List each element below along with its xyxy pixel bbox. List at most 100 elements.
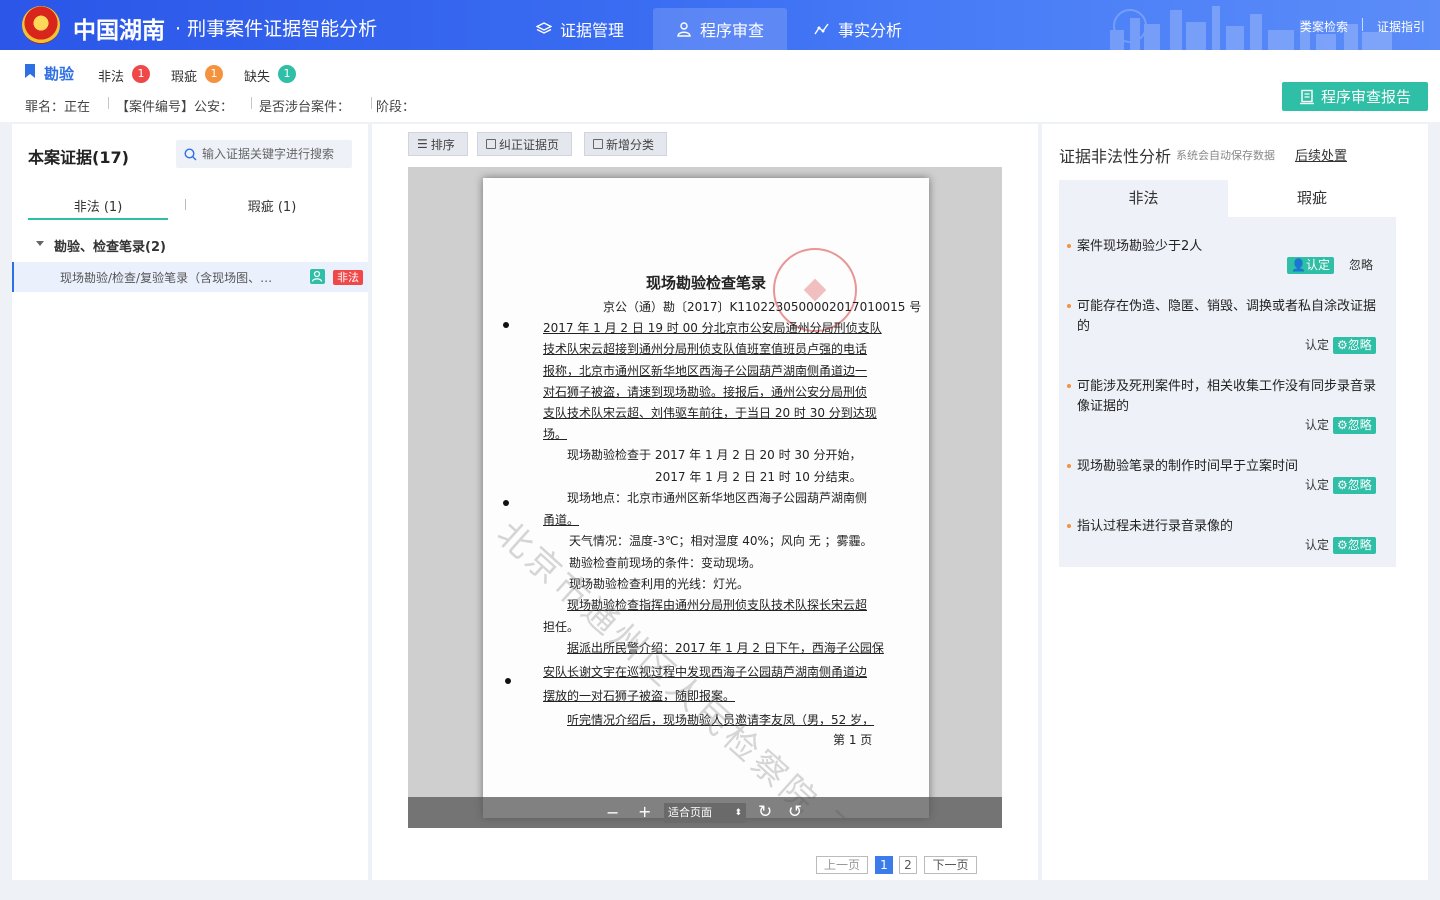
user-icon [677, 22, 691, 37]
stat-label-flaw[interactable]: 瑕疵 [171, 66, 197, 85]
person-check-icon[interactable] [310, 269, 325, 284]
sort-label: 排序 [430, 137, 455, 152]
confirm-button[interactable]: 认定 [1305, 337, 1329, 354]
report-icon [1299, 89, 1314, 104]
ignore-button-active[interactable]: ⚙忽略 [1333, 477, 1376, 494]
ignore-button-active[interactable]: ⚙忽略 [1333, 537, 1376, 554]
page-button-2[interactable]: 2 [899, 856, 917, 874]
evidence-guide-link[interactable]: 证据指引 [1377, 18, 1425, 35]
document-line: 2017 年 1 月 2 日 19 时 00 分北京市公安局通州分局刑侦支队 [543, 321, 882, 335]
next-page-button[interactable]: 下一页 [924, 856, 977, 874]
tab-flaw[interactable]: 瑕疵 (1) [202, 196, 342, 220]
binding-hole [503, 500, 509, 506]
issue-item: 指认过程未进行录音录像的 认定 ⚙忽略 [1059, 517, 1396, 557]
meta-stage: 阶段： [376, 100, 416, 115]
evidence-search-input[interactable] [202, 140, 350, 168]
stat-count-badge: 1 [205, 65, 223, 83]
confirm-button[interactable]: 认定 [1305, 417, 1329, 434]
evidence-list-item[interactable]: 现场勘验/检查/复验笔录（含现场图、… 非法 [12, 262, 368, 292]
ignore-button-active[interactable]: ⚙忽略 [1333, 417, 1376, 434]
zoom-in-button[interactable]: + [638, 802, 651, 821]
edit-page-icon [486, 139, 496, 149]
search-box [176, 140, 352, 168]
issue-item: 可能存在伪造、隐匿、销毁、调换或者私自涂改证据的 认定 ⚙忽略 [1059, 297, 1396, 357]
correct-evidence-page-button[interactable]: 纠正证据页 [477, 132, 572, 156]
autosave-note: 系统会自动保存数据 [1176, 149, 1275, 162]
document-viewer[interactable]: 现场勘验检查笔录 京公（通）勘〔2017〕K110223050000201701… [408, 167, 1002, 828]
case-type-title: 勘验 [44, 65, 75, 83]
issue-item: 现场勘验笔录的制作时间早于立案时间 认定 ⚙忽略 [1059, 457, 1396, 497]
issue-text: 可能存在伪造、隐匿、销毁、调换或者私自涂改证据的 [1077, 299, 1377, 334]
add-category-icon [593, 139, 603, 149]
procedure-report-button[interactable]: 程序审查报告 [1282, 82, 1428, 111]
confirm-label: 认定 [1305, 258, 1330, 272]
tab-illegal[interactable]: 非法 (1) [28, 196, 168, 220]
add-category-label: 新增分类 [606, 137, 655, 152]
document-line: 勘验检查前现场的条件：变动现场。 [569, 556, 762, 570]
issue-text: 案件现场勘验少于2人 [1077, 239, 1203, 254]
nav-tab-evidence-management[interactable]: 证据管理 [520, 8, 640, 50]
document-line: 现场地点：北京市通州区新华地区西海子公园葫芦湖南侧 [567, 491, 868, 505]
bullet-icon [1067, 464, 1071, 468]
app-title: 中国湖南 [73, 18, 165, 44]
document-line: 支队技术队宋云超、刘伟驱车前往，于当日 20 时 30 分到达现 [543, 406, 877, 420]
gear-icon: ⚙ [1337, 338, 1348, 352]
ignore-button[interactable]: 忽略 [1349, 257, 1373, 274]
confirm-button[interactable]: 认定 [1305, 537, 1329, 554]
similar-case-search-link[interactable]: 类案检索 [1300, 18, 1348, 35]
stat-label-illegal[interactable]: 非法 [98, 66, 124, 85]
document-line: 对石狮子被盗，请速到现场勘验。接报后，通州公安分局刑侦 [543, 385, 868, 399]
rotate-counterclockwise-icon[interactable]: ↺ [788, 802, 802, 822]
binding-hole [505, 678, 511, 684]
zoom-out-button[interactable]: − [606, 803, 619, 822]
layers-icon [535, 22, 552, 34]
gear-icon: ⚙ [1337, 418, 1348, 432]
analysis-title: 证据非法性分析 [1059, 147, 1172, 166]
person-icon: 👤 [1291, 258, 1306, 272]
tab-flaw-analysis[interactable]: 瑕疵 [1228, 180, 1396, 217]
confirm-button[interactable]: 认定 [1305, 477, 1329, 494]
binding-hole [503, 322, 509, 328]
document-title: 现场勘验检查笔录 [645, 274, 766, 292]
rotate-clockwise-icon[interactable]: ↻ [758, 802, 772, 822]
document-line: 甬道。 [543, 513, 580, 527]
issue-text: 现场勘验笔录的制作时间早于立案时间 [1077, 459, 1299, 474]
report-button-label: 程序审查报告 [1320, 88, 1411, 106]
document-line: 报称，北京市通州区新华地区西海子公园葫芦湖南侧甬道边一 [543, 364, 868, 378]
issue-text: 指认过程未进行录音录像的 [1077, 519, 1234, 534]
confirm-button-active[interactable]: 👤认定 [1287, 257, 1334, 274]
add-category-button[interactable]: 新增分类 [584, 132, 667, 156]
issue-item: 案件现场勘验少于2人 👤认定 忽略 [1059, 237, 1396, 277]
sort-button[interactable]: ☰ 排序 [408, 132, 468, 156]
issue-list: 案件现场勘验少于2人 👤认定 忽略 可能存在伪造、隐匿、销毁、调换或者私自涂改证… [1059, 217, 1396, 567]
nav-tab-label: 证据管理 [559, 21, 624, 40]
evidence-item-label: 现场勘验/检查/复验笔录（含现场图、… [60, 271, 273, 285]
viewer-toolbar: − + 适合页面 ↻ ↺ [408, 797, 1002, 828]
document-line: 技术队宋云超接到通州分局刑侦支队值班室值班员卢强的电话 [543, 342, 868, 356]
ignore-label: 忽略 [1347, 418, 1372, 432]
zoom-select[interactable]: 适合页面 [664, 803, 746, 823]
correct-label: 纠正证据页 [499, 137, 560, 152]
followup-link[interactable]: 后续处置 [1295, 145, 1347, 164]
stat-label-missing[interactable]: 缺失 [244, 66, 270, 85]
stat-count-badge: 1 [278, 65, 296, 83]
gear-icon: ⚙ [1337, 478, 1348, 492]
prev-page-button[interactable]: 上一页 [816, 856, 868, 874]
analysis-panel: 证据非法性分析 系统会自动保存数据 后续处置 非法 瑕疵 案件现场勘验少于2人 … [1042, 124, 1428, 880]
bullet-icon [1067, 304, 1071, 308]
bullet-icon [1067, 244, 1071, 248]
page-button-1[interactable]: 1 [875, 856, 893, 874]
tab-illegal-analysis[interactable]: 非法 [1059, 180, 1228, 217]
nav-tab-procedure-review[interactable]: 程序审查 [653, 8, 787, 50]
ignore-button-active[interactable]: ⚙忽略 [1333, 337, 1376, 354]
evidence-count-title: 本案证据(17) [28, 148, 129, 167]
nav-tab-fact-analysis[interactable]: 事实分析 [798, 8, 918, 50]
evidence-group-label[interactable]: 勘验、检查笔录(2) [54, 236, 166, 255]
caret-down-icon[interactable] [36, 241, 44, 246]
meta-divider [371, 97, 372, 109]
ignore-label: 忽略 [1347, 478, 1372, 492]
bullet-icon [1067, 524, 1071, 528]
city-skyline-illustration [1110, 6, 1392, 50]
search-icon [184, 148, 197, 161]
emblem-logo [22, 6, 60, 44]
